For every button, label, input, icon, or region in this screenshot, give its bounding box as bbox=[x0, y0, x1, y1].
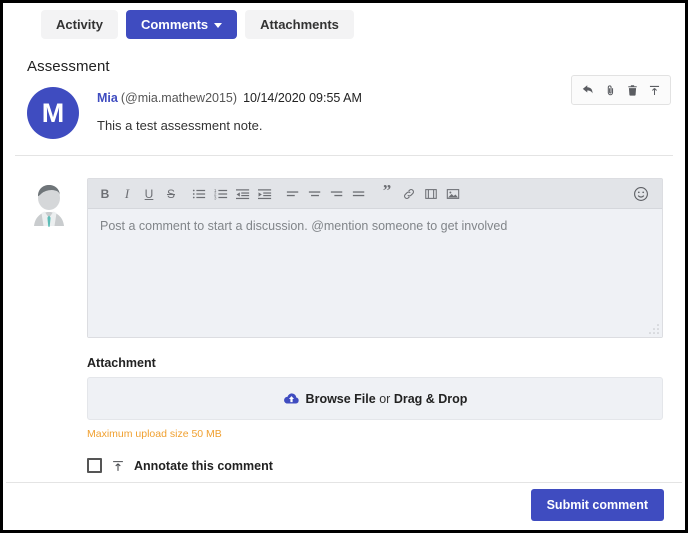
annotate-icon[interactable] bbox=[644, 80, 664, 100]
align-justify-icon[interactable] bbox=[350, 183, 368, 205]
strikethrough-icon[interactable]: S bbox=[162, 183, 180, 205]
svg-text:3: 3 bbox=[214, 195, 217, 200]
paperclip-icon[interactable] bbox=[600, 80, 620, 100]
indent-icon[interactable] bbox=[256, 183, 274, 205]
comment-editor: B I U S 123 ” Post a comment to start a … bbox=[3, 156, 685, 473]
editor-column: B I U S 123 ” Post a comment to start a … bbox=[87, 178, 663, 473]
image-icon[interactable] bbox=[444, 183, 462, 205]
comment-textarea[interactable]: Post a comment to start a discussion. @m… bbox=[88, 209, 662, 337]
or-label: or bbox=[379, 391, 391, 406]
annotate-row: Annotate this comment bbox=[87, 458, 663, 473]
dropzone-text: Browse File or Drag & Drop bbox=[306, 392, 468, 406]
chevron-down-icon bbox=[214, 23, 223, 29]
tab-attachments-label: Attachments bbox=[260, 17, 339, 32]
cloud-upload-icon bbox=[283, 392, 299, 404]
submit-comment-button[interactable]: Submit comment bbox=[530, 489, 664, 521]
note-meta: Mia (@mia.mathew2015) 10/14/2020 09:55 AM bbox=[97, 91, 362, 106]
annotate-icon bbox=[113, 460, 123, 471]
tab-attachments[interactable]: Attachments bbox=[245, 10, 354, 39]
comment-placeholder: Post a comment to start a discussion. @m… bbox=[100, 219, 508, 233]
bold-icon[interactable]: B bbox=[96, 183, 114, 205]
file-dropzone[interactable]: Browse File or Drag & Drop bbox=[87, 377, 663, 420]
annotate-checkbox[interactable] bbox=[87, 458, 102, 473]
footer-bar: Submit comment bbox=[6, 482, 682, 527]
note-body: Mia (@mia.mathew2015) 10/14/2020 09:55 AM … bbox=[97, 87, 362, 133]
tab-bar: Activity Comments Attachments bbox=[3, 3, 685, 46]
note-timestamp: 10/14/2020 09:55 AM bbox=[243, 91, 362, 105]
trash-icon[interactable] bbox=[622, 80, 642, 100]
resize-handle-icon[interactable] bbox=[648, 323, 660, 335]
tab-comments[interactable]: Comments bbox=[125, 10, 238, 39]
link-icon[interactable] bbox=[400, 183, 418, 205]
tab-activity-label: Activity bbox=[56, 17, 103, 32]
unordered-list-icon[interactable] bbox=[190, 183, 208, 205]
tab-activity[interactable]: Activity bbox=[41, 10, 118, 39]
tab-comments-label: Comments bbox=[140, 17, 209, 32]
outdent-icon[interactable] bbox=[234, 183, 252, 205]
current-user-avatar bbox=[25, 182, 73, 240]
note-action-toolbar bbox=[571, 75, 671, 105]
avatar: M bbox=[27, 87, 79, 139]
browse-file-label[interactable]: Browse File bbox=[306, 392, 376, 406]
emoji-icon[interactable] bbox=[632, 183, 650, 205]
ordered-list-icon[interactable]: 123 bbox=[212, 183, 230, 205]
assessment-note: M Mia (@mia.mathew2015) 10/14/2020 09:55 A… bbox=[3, 75, 685, 139]
drag-drop-label: Drag & Drop bbox=[393, 391, 468, 406]
blockquote-icon[interactable]: ” bbox=[378, 182, 396, 205]
avatar-initial: M bbox=[41, 97, 65, 128]
align-right-icon[interactable] bbox=[328, 183, 346, 205]
reply-icon[interactable] bbox=[578, 80, 598, 100]
video-icon[interactable] bbox=[422, 183, 440, 205]
attachment-label: Attachment bbox=[87, 356, 156, 370]
note-text: This a test assessment note. bbox=[97, 118, 263, 133]
align-center-icon[interactable] bbox=[306, 183, 324, 205]
annotate-label: Annotate this comment bbox=[134, 458, 273, 473]
note-author: Mia bbox=[97, 91, 118, 105]
note-handle: (@mia.mathew2015) bbox=[120, 91, 238, 105]
section-title: Assessment bbox=[27, 58, 110, 75]
italic-icon[interactable]: I bbox=[118, 183, 136, 205]
underline-icon[interactable]: U bbox=[140, 183, 158, 205]
align-left-icon[interactable] bbox=[284, 183, 302, 205]
editor-toolbar: B I U S 123 ” bbox=[88, 179, 662, 209]
rich-text-editor: B I U S 123 ” Post a comment to start a … bbox=[87, 178, 663, 338]
max-upload-size-note: Maximum upload size 50 MB bbox=[87, 428, 222, 440]
comments-panel: Activity Comments Attachments Assessment… bbox=[0, 0, 688, 533]
